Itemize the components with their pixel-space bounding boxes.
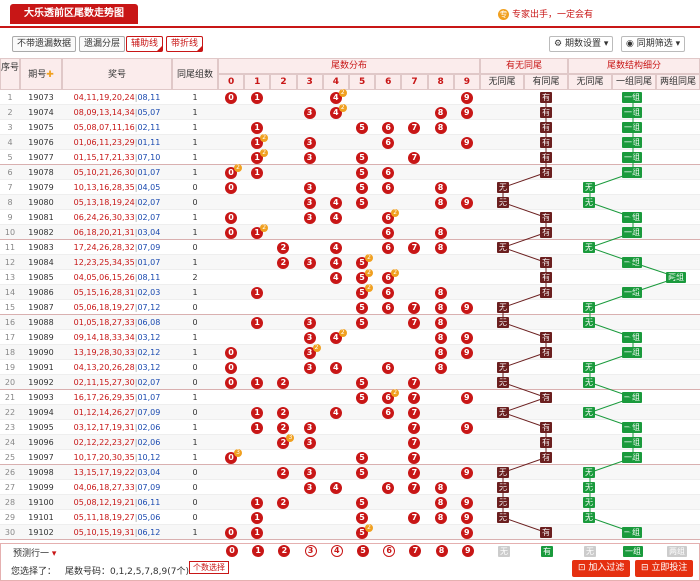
filter-icon: ⊡ <box>578 563 589 573</box>
add-filter-button[interactable]: ⊡ 加入过滤 <box>572 560 631 577</box>
predict-ball-8[interactable]: 8 <box>435 545 448 557</box>
predict-no-same[interactable]: 无 <box>498 546 510 557</box>
count-select-button[interactable]: 个数选择 <box>189 561 229 574</box>
predict-struct-none[interactable]: 无 <box>584 546 596 557</box>
bet-now-button[interactable]: ⊟ 立即投注 <box>635 560 694 577</box>
predict-ball-7[interactable]: 7 <box>409 545 422 557</box>
predict-ball-5[interactable]: 5 <box>357 545 369 557</box>
predict-ball-2[interactable]: 2 <box>278 545 291 557</box>
predict-struct-one[interactable]: 一组 <box>623 546 643 557</box>
has-same-trend-line <box>501 97 548 533</box>
predict-ball-1[interactable]: 1 <box>252 545 265 557</box>
selected-label: 您选择了： <box>11 567 57 577</box>
trend-lines <box>501 97 680 533</box>
cart-icon: ⊟ <box>641 563 652 573</box>
selected-text: 尾数号码：0,1,2,5,7,8,9(7个) <box>65 567 189 577</box>
predict-struct-two[interactable]: 两组 <box>667 546 687 557</box>
predict-ball-6[interactable]: 6 <box>383 545 396 557</box>
chevron-down-icon: ▾ <box>51 549 57 559</box>
add-filter-label: 加入过滤 <box>588 563 625 573</box>
predict-ball-9[interactable]: 9 <box>461 545 474 557</box>
predict-ball-0[interactable]: 0 <box>226 545 238 557</box>
struct-trend-line <box>588 97 680 533</box>
bottom-panel: 预测行一 ▾ 0 1 2 3 4 5 6 7 8 9 无 有 无 一组 两组 您选择了： 尾数号码：0,1,… <box>0 543 700 581</box>
predict-has-same[interactable]: 有 <box>541 546 553 557</box>
predict-ball-4[interactable]: 4 <box>330 545 343 557</box>
predict-label: 预测行一 <box>13 549 50 559</box>
predict-ball-3[interactable]: 3 <box>304 545 317 557</box>
predict-row-label[interactable]: 预测行一 ▾ <box>13 546 56 559</box>
bet-now-label: 立即投注 <box>651 563 688 573</box>
